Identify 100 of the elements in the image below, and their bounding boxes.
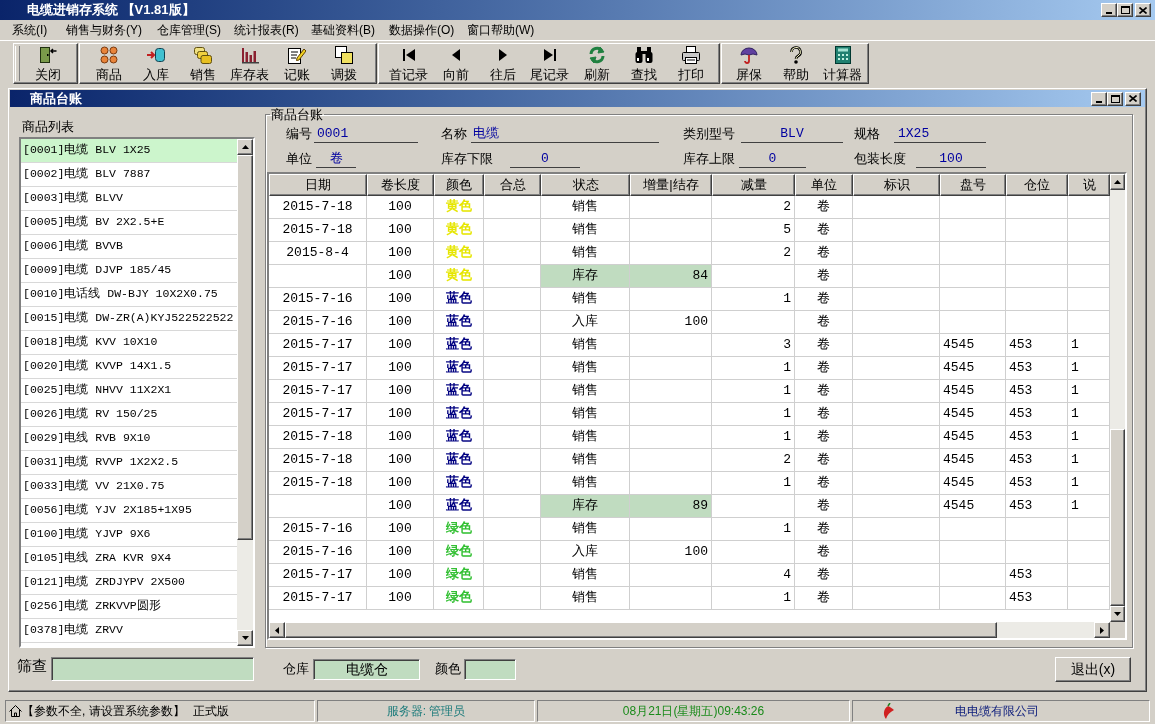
toolbar-button[interactable]: 往后 [479,44,526,83]
vertical-scrollbar[interactable] [237,139,253,646]
table-cell-text: 1 [1070,474,1080,493]
toolbar-button[interactable]: 尾记录 [526,44,573,83]
column-header[interactable]: 卷长度 [367,174,434,196]
table-cell-text: 卷 [816,405,831,424]
scroll-left-button[interactable] [269,622,285,638]
table-cell-text: 1 [1070,336,1080,355]
warehouse-field[interactable]: 电缆仓 [313,658,420,680]
column-header[interactable]: 颜色 [434,174,484,196]
table-cell-text: 销售 [571,382,599,401]
close-button[interactable] [1135,3,1151,17]
table-cell-text: 100 [387,221,413,240]
menu-item[interactable]: 数据操作(O) [389,21,467,39]
menu-item[interactable]: 销售与财务(Y) [66,21,157,39]
toolbar-button[interactable]: 调拨 [320,44,367,83]
toolbar-button[interactable]: 查找 [620,44,667,83]
column-header[interactable]: 盘号 [940,174,1006,196]
table-cell-text: 100 [387,566,413,585]
toolbar-button[interactable]: 打印 [667,44,714,83]
value-field[interactable]: 0001 [314,125,418,143]
column-header[interactable]: 增量|结存 [630,174,712,196]
menu-item[interactable]: 窗口帮助(W) [467,21,547,39]
table-cell-text: 1 [1070,359,1080,378]
group-title: 商品台账 [270,107,324,122]
value-field[interactable]: 0 [510,150,580,168]
horizontal-scrollbar[interactable] [269,622,1110,638]
toolbar-button[interactable]: 帮助 [772,44,819,83]
table-cell-text: 销售 [571,336,599,355]
table-cell-text: 卷 [816,198,831,217]
column-header[interactable]: 合总 [484,174,541,196]
filter-field[interactable] [51,657,254,681]
column-header[interactable]: 标识 [853,174,940,196]
table-cell-text: 1 [782,589,792,608]
value-field[interactable]: BLV [741,125,843,143]
scroll-down-button[interactable] [237,630,253,646]
toolbar-button[interactable]: 入库 [132,44,179,83]
circles-grid-icon [99,45,118,64]
table-cell-text: 卷 [816,359,831,378]
scroll-thumb[interactable] [285,622,997,638]
maximize-button[interactable] [1107,91,1123,106]
table-cell-text: 2015-7-17 [281,359,354,378]
menu-item[interactable]: 仓库管理(S) [157,21,234,39]
table-cell-text: 100 [387,336,413,355]
value-field[interactable]: 电缆 [471,125,659,143]
up-arrow-icon [241,145,249,149]
value-field[interactable]: 100 [916,150,986,168]
scroll-up-button[interactable] [237,139,253,155]
toolbar-button[interactable]: 首记录 [385,44,432,83]
table-cell-text: 453 [1008,589,1034,608]
scroll-up-button[interactable] [1110,174,1125,190]
toolbar-button[interactable]: 销售 [179,44,226,83]
color-field[interactable] [464,658,516,680]
left-arrow-icon [275,626,279,634]
menu-item[interactable]: 统计报表(R) [234,21,311,39]
maximize-button[interactable] [1117,3,1133,17]
table-cell-text: 蓝色 [444,336,473,355]
toolbar-button[interactable]: 刷新 [573,44,620,83]
table-cell-text: 1 [782,359,792,378]
table-cell-text: 绿色 [444,543,473,562]
toolbar-button[interactable]: 关闭 [24,44,71,83]
value-field[interactable]: 0 [739,150,806,168]
list-item[interactable]: [0001]电缆 BLV 1X25 [21,139,237,163]
scroll-down-button[interactable] [1110,606,1125,622]
column-header[interactable]: 减量 [712,174,795,196]
toolbar-button[interactable]: 计算器 [819,44,866,83]
toolbar-button[interactable]: 库存表 [226,44,273,83]
toolbar-grip[interactable] [15,46,20,81]
toolbar-button[interactable]: 屏保 [725,44,772,83]
close-button[interactable] [1125,91,1141,106]
exit-button[interactable]: 退出(x) [1055,656,1131,682]
vertical-scrollbar[interactable] [1110,174,1125,622]
column-header[interactable]: 日期 [269,174,367,196]
column-header[interactable]: 单位 [795,174,853,196]
toolbar-button[interactable]: 商品 [85,44,132,83]
scroll-thumb[interactable] [237,155,253,540]
table-cell-text: 卷 [816,589,831,608]
minimize-button[interactable] [1091,91,1107,106]
toolbar-button[interactable]: 记账 [273,44,320,83]
field-label: 类别型号 [683,125,736,143]
column-header[interactable]: 仓位 [1006,174,1068,196]
scroll-thumb[interactable] [1110,429,1125,606]
toolbar-button[interactable]: 向前 [432,44,479,83]
table-cell-text: 销售 [571,221,599,240]
column-header[interactable]: 状态 [541,174,630,196]
table-cell-text: 卷 [816,244,831,263]
value-field[interactable]: 1X25 [894,125,986,143]
scroll-right-button[interactable] [1094,622,1110,638]
table-cell-text: 黄色 [444,198,473,217]
table-cell-text: 1 [782,290,792,309]
table-cell-text: 100 [683,313,709,332]
table-cell-text: 入库 [571,313,599,332]
table-cell-text: 4545 [942,336,976,355]
menu-item[interactable]: 系统(I) [12,21,66,39]
table-cell-text: 2015-7-16 [281,313,354,332]
value-field[interactable]: 卷 [316,150,356,168]
minimize-button[interactable] [1101,3,1117,17]
column-header[interactable]: 说 [1068,174,1110,196]
table-cell-text: 1 [1070,497,1080,516]
menu-item[interactable]: 基础资料(B) [311,21,389,39]
